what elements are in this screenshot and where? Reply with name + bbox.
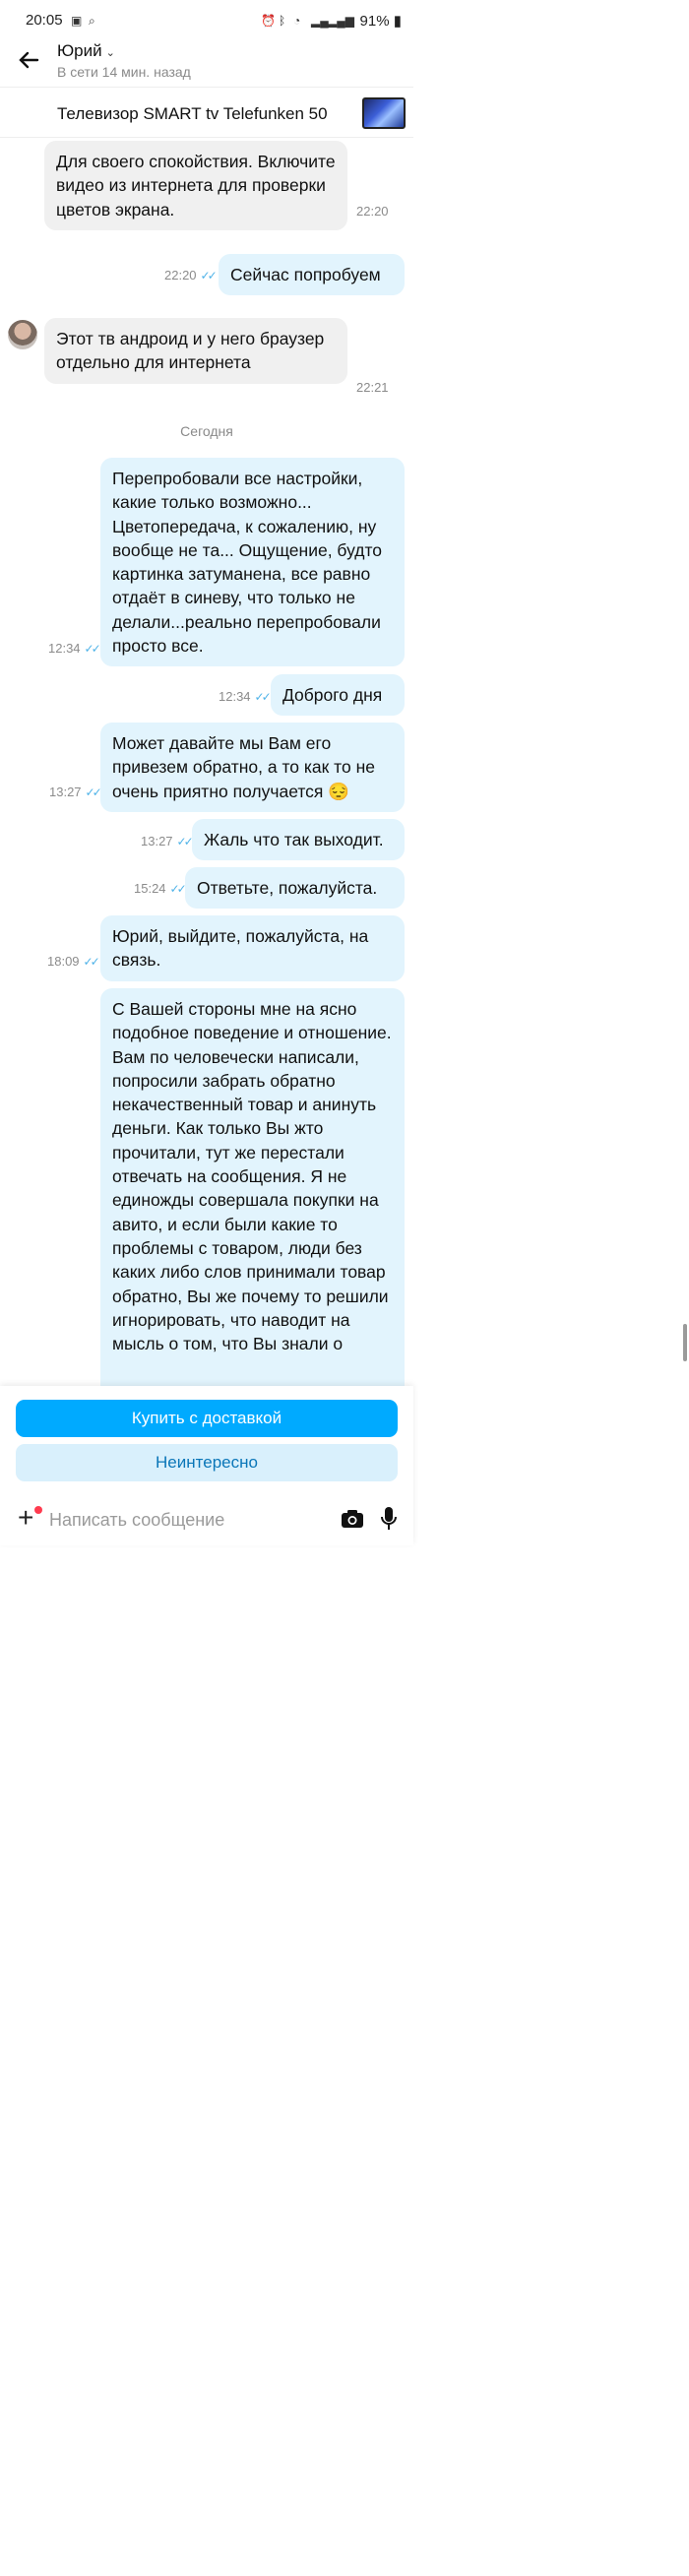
message-incoming: Этот тв андроид и у него браузер отдельн… <box>44 318 347 384</box>
message-outgoing: С Вашей стороны мне на ясно подобное пов… <box>100 988 405 1402</box>
read-ticks-icon: ✓✓ <box>254 690 272 704</box>
date-divider: Сегодня <box>180 423 233 439</box>
status-bar: 20:05 ▣ ⌕ ⏰ ᛒ ◔ ▂▄ ▂▄▆ 91% ▮ <box>0 0 413 39</box>
not-interested-button[interactable]: Неинтересно <box>16 1444 398 1481</box>
read-ticks-icon: ✓✓ <box>169 882 187 896</box>
message-outgoing: Доброго дня <box>271 674 405 717</box>
contact-name-button[interactable]: Юрий ⌄ <box>57 41 115 61</box>
message-outgoing: Сейчас попробуем <box>219 254 405 296</box>
message-time: 18:09 ✓✓ <box>47 954 100 969</box>
wifi-icon: ◔ <box>293 14 301 28</box>
camera-icon[interactable] <box>341 1508 364 1535</box>
message-time: 12:34 ✓✓ <box>48 641 101 656</box>
bottom-panel: Купить с доставкой Неинтересно + <box>0 1386 413 1545</box>
message-time: 13:27 ✓✓ <box>141 834 194 848</box>
message-time: 22:21 <box>356 380 389 395</box>
scrollbar[interactable] <box>683 1324 687 1361</box>
search-notification-icon: ⌕ <box>89 14 95 28</box>
read-ticks-icon: ✓✓ <box>83 955 100 969</box>
signal-icon: ▂▄ <box>311 14 329 28</box>
message-input[interactable] <box>49 1506 325 1534</box>
attach-plus-icon[interactable]: + <box>18 1502 33 1534</box>
message-outgoing: Ответьте, пожалуйста. <box>185 867 405 910</box>
message-outgoing: Юрий, выйдите, пожалуйста, на связь. <box>100 915 405 981</box>
contact-name: Юрий <box>57 41 102 60</box>
message-time: 15:24 ✓✓ <box>134 881 187 896</box>
product-thumbnail[interactable] <box>362 97 406 129</box>
message-time: 12:34 ✓✓ <box>219 689 272 704</box>
message-incoming: Для своего спокойствия. Включите видео и… <box>44 141 347 230</box>
message-time: 22:20 <box>356 204 389 219</box>
status-time: 20:05 <box>26 12 63 29</box>
signal-2-icon: ▂▄▆ <box>328 14 354 28</box>
last-seen-status: В сети 14 мин. назад <box>57 64 191 80</box>
message-outgoing: Жаль что так выходит. <box>192 819 405 861</box>
bluetooth-icon: ᛒ <box>279 14 286 28</box>
message-time: 13:27 ✓✓ <box>49 785 102 799</box>
battery-level: 91% ▮ <box>359 13 402 30</box>
chevron-down-icon: ⌄ <box>105 47 115 59</box>
back-arrow-icon[interactable] <box>18 49 39 78</box>
message-outgoing: Перепробовали все настройки, какие тольк… <box>100 458 405 667</box>
gallery-notification-icon: ▣ <box>71 14 83 28</box>
message-time: 22:20 ✓✓ <box>164 268 218 283</box>
read-ticks-icon: ✓✓ <box>176 835 194 848</box>
buy-with-delivery-button[interactable]: Купить с доставкой <box>16 1400 398 1437</box>
read-ticks-icon: ✓✓ <box>85 785 102 799</box>
message-outgoing: Может давайте мы Вам его привезем обратн… <box>100 723 405 812</box>
read-ticks-icon: ✓✓ <box>84 642 101 656</box>
alarm-icon: ⏰ <box>261 14 276 28</box>
microphone-icon[interactable] <box>379 1506 399 1537</box>
product-title[interactable]: Телевизор SMART tv Telefunken 50 <box>57 104 328 124</box>
contact-avatar[interactable] <box>8 320 37 349</box>
message-composer: + <box>0 1494 413 1545</box>
chat-header: Юрий ⌄ В сети 14 мин. назад <box>0 39 413 87</box>
read-ticks-icon: ✓✓ <box>200 269 218 283</box>
notification-dot <box>34 1506 42 1514</box>
product-bar[interactable]: Телевизор SMART tv Telefunken 50 <box>0 87 413 138</box>
